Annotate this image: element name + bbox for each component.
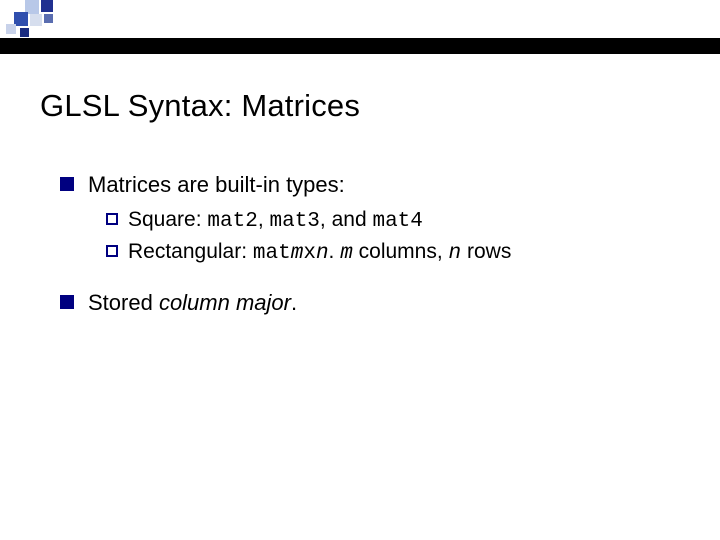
bullet-item-2: Stored column major.: [60, 288, 670, 318]
hollow-bullet-icon: [106, 245, 118, 257]
bullet-item-1: Matrices are built-in types:: [60, 170, 670, 200]
slide-title: GLSL Syntax: Matrices: [40, 88, 360, 124]
subitem-square-text: Square: mat2, mat3, and mat4: [128, 206, 423, 236]
bullet-1-text: Matrices are built-in types:: [88, 170, 345, 200]
header-rule: [0, 38, 720, 54]
bullet-2-text: Stored column major.: [88, 288, 297, 318]
hollow-bullet-icon: [106, 213, 118, 225]
subitem-rectangular: Rectangular: matmxn. m columns, n rows: [106, 238, 670, 268]
square-bullet-icon: [60, 295, 74, 309]
corner-ornament: [0, 0, 120, 40]
subitem-rectangular-text: Rectangular: matmxn. m columns, n rows: [128, 238, 511, 268]
slide-body: Matrices are built-in types: Square: mat…: [60, 170, 670, 324]
subitem-square: Square: mat2, mat3, and mat4: [106, 206, 670, 236]
square-bullet-icon: [60, 177, 74, 191]
